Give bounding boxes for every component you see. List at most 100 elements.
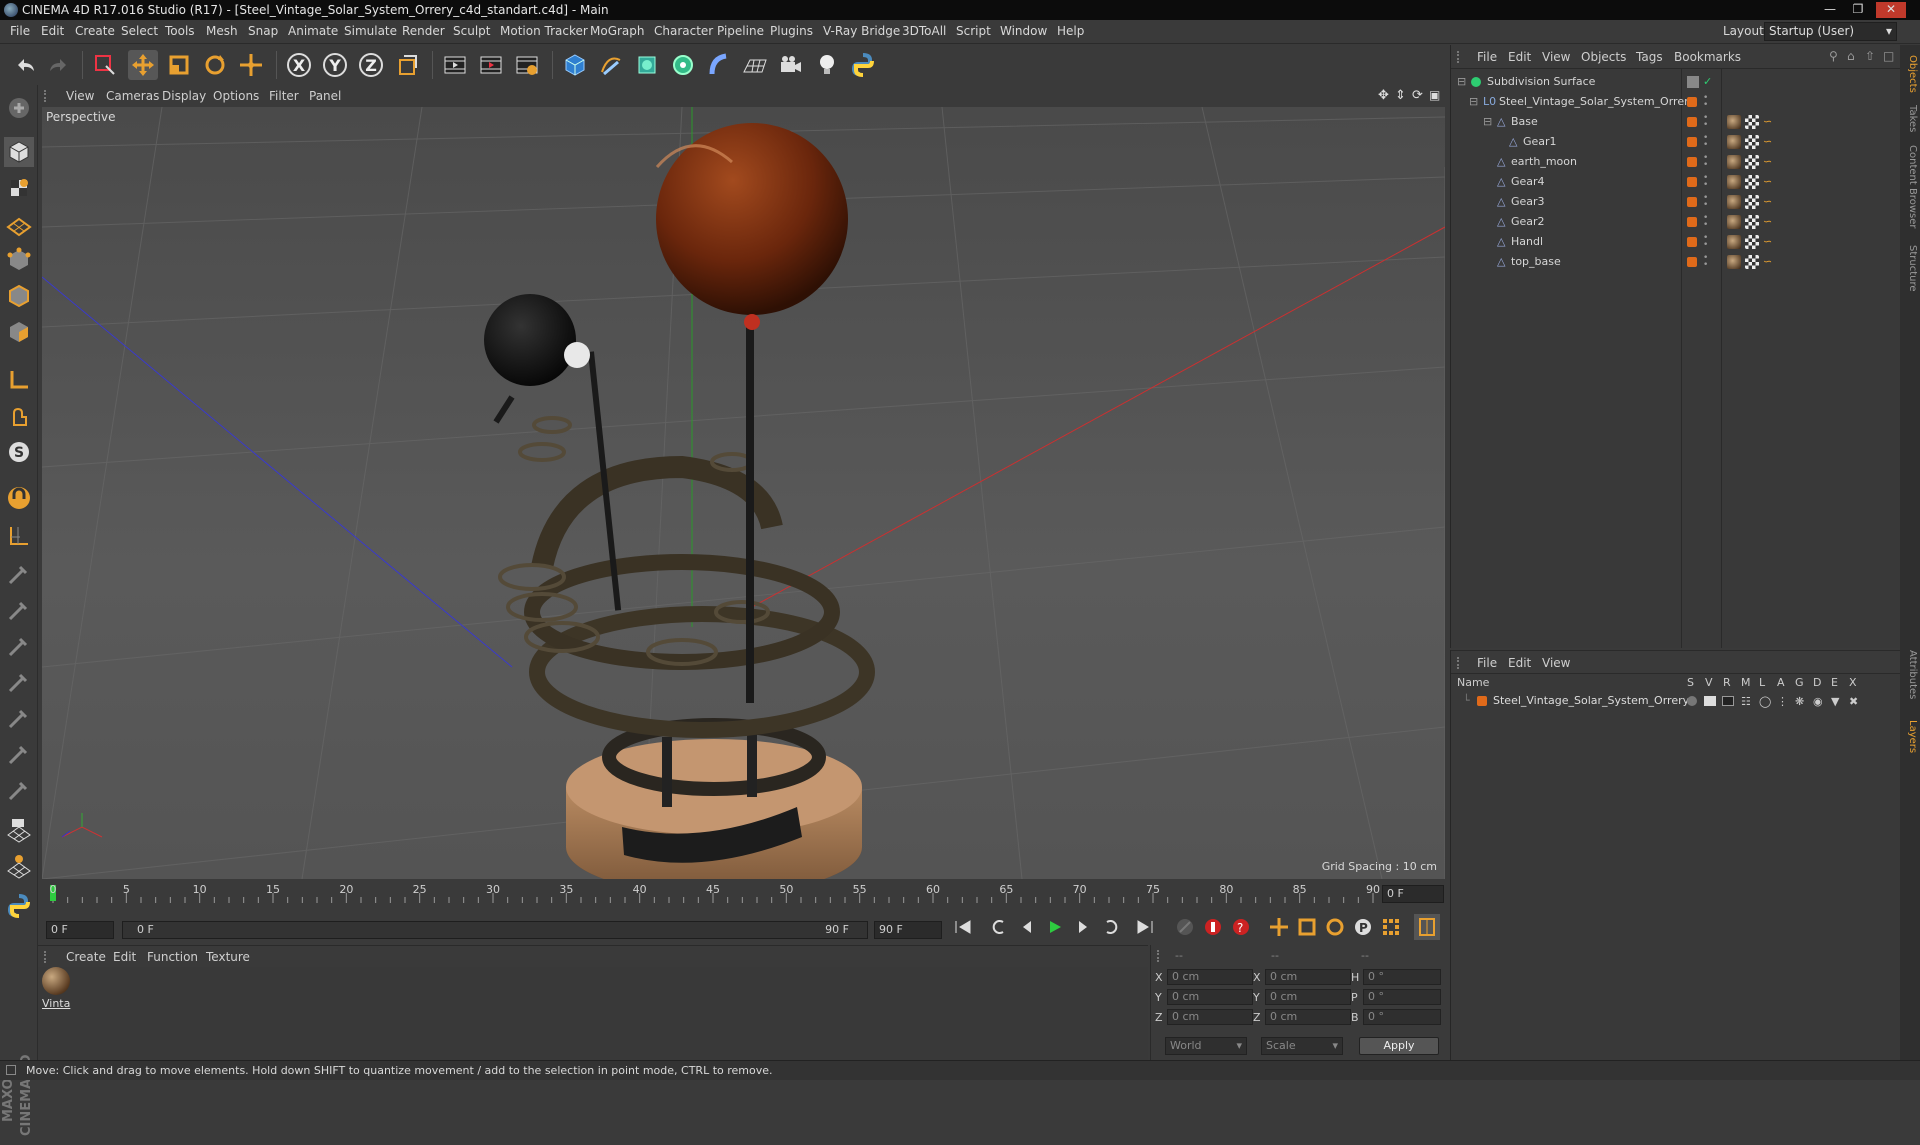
points-mode-icon[interactable] [4, 245, 34, 275]
coord-rot-p-field[interactable]: 0 ° [1363, 989, 1441, 1005]
viewport-rotate-icon[interactable]: ⟳ [1412, 88, 1423, 103]
object-row-subdivision-surface[interactable]: ⊟ Subdivision Surface ✓ [1451, 72, 1901, 92]
visibility-dots-icon[interactable]: • • [1703, 94, 1708, 110]
object-row-base[interactable]: ⊟ △ Base • • ∽ [1451, 112, 1901, 132]
scale-tool-icon[interactable] [164, 50, 194, 80]
menu-create[interactable]: Create [75, 24, 115, 38]
uvw-tag-icon[interactable] [1745, 115, 1759, 129]
x-axis-lock-icon[interactable]: X [284, 50, 314, 80]
menu-3dtoall[interactable]: 3DToAll [902, 24, 946, 38]
menu-mesh[interactable]: Mesh [206, 24, 238, 38]
coord-rot-b-field[interactable]: 0 ° [1363, 1009, 1441, 1025]
uvw-tag-icon[interactable] [1745, 215, 1759, 229]
viewport-zoom-icon[interactable]: ⇕ [1395, 88, 1406, 103]
up-arrow-icon[interactable]: ⇧ [1865, 49, 1875, 63]
layout-select[interactable]: Startup (User) ▾ [1764, 22, 1897, 41]
previous-frame-icon[interactable] [1014, 914, 1040, 940]
phong-tag-icon[interactable]: ∽ [1763, 175, 1777, 189]
coord-pos-z-field[interactable]: 0 cm [1167, 1009, 1253, 1025]
close-icon[interactable]: ✕ [1876, 2, 1906, 18]
next-frame-icon[interactable] [1070, 914, 1096, 940]
home-icon[interactable]: ⌂ [1847, 49, 1855, 63]
make-editable-icon[interactable] [4, 93, 34, 123]
deformer-bend-icon[interactable] [704, 50, 734, 80]
model-mode-icon[interactable] [4, 137, 34, 167]
objects-menu-view[interactable]: View [1542, 50, 1570, 64]
python-script-icon[interactable] [4, 891, 34, 921]
coordinate-system-icon[interactable] [392, 50, 422, 80]
menu-file[interactable]: File [10, 24, 30, 38]
viewport-menu-display[interactable]: Display [162, 89, 206, 103]
menu-mograph[interactable]: MoGraph [590, 24, 645, 38]
solo-icon[interactable] [1687, 696, 1697, 706]
polygons-mode-icon[interactable] [4, 317, 34, 347]
layers-menu-file[interactable]: File [1477, 656, 1497, 670]
material-tag-icon[interactable] [1727, 135, 1741, 149]
z-axis-lock-icon[interactable]: Z [356, 50, 386, 80]
floor-scene-icon[interactable] [740, 50, 770, 80]
key-scale-icon[interactable] [1294, 914, 1320, 940]
next-key-icon[interactable] [1098, 914, 1124, 940]
magnet-icon[interactable] [4, 483, 34, 513]
rotate-tool-icon[interactable] [200, 50, 230, 80]
object-row-earth-moon[interactable]: △ earth_moon • • ∽ [1451, 152, 1901, 172]
subdivision-surface-icon[interactable] [632, 50, 662, 80]
menu-snap[interactable]: Snap [248, 24, 278, 38]
phong-tag-icon[interactable]: ∽ [1763, 235, 1777, 249]
menu-character[interactable]: Character [654, 24, 713, 38]
material-tag-icon[interactable] [1727, 235, 1741, 249]
collapse-icon[interactable]: ⊟ [1483, 112, 1492, 132]
redo-icon[interactable] [44, 50, 74, 80]
coord-mode-world-select[interactable]: World ▾ [1165, 1037, 1247, 1055]
minimize-icon[interactable]: — [1820, 2, 1840, 18]
objects-menu-file[interactable]: File [1477, 50, 1497, 64]
edges-mode-icon[interactable] [4, 281, 34, 311]
brush-tool-7-icon[interactable] [4, 775, 34, 805]
collapse-icon[interactable]: ⊟ [1469, 92, 1478, 112]
phong-tag-icon[interactable]: ∽ [1763, 115, 1777, 129]
layer-color-icon[interactable] [1687, 257, 1697, 267]
key-position-icon[interactable] [1266, 914, 1292, 940]
render-view-icon[interactable] [440, 50, 470, 80]
phong-tag-icon[interactable]: ∽ [1763, 135, 1777, 149]
undo-icon[interactable] [10, 50, 40, 80]
xref-icon[interactable]: ✖ [1849, 693, 1858, 711]
object-row-gear2[interactable]: △ Gear2 • • ∽ [1451, 212, 1901, 232]
layer-color-icon[interactable] [1687, 177, 1697, 187]
uvw-tag-icon[interactable] [1745, 135, 1759, 149]
menu-edit[interactable]: Edit [41, 24, 64, 38]
brush-tool-4-icon[interactable] [4, 667, 34, 697]
axis-mode-icon[interactable] [4, 365, 34, 395]
check-enabled-icon[interactable]: ✓ [1703, 72, 1712, 92]
material-menu-texture[interactable]: Texture [206, 950, 250, 964]
brush-tool-2-icon[interactable] [4, 595, 34, 625]
previous-key-icon[interactable] [986, 914, 1012, 940]
manager-icon[interactable]: ☷ [1741, 693, 1751, 711]
workplane-mode-icon[interactable] [4, 209, 34, 239]
cube-primitive-icon[interactable] [560, 50, 590, 80]
uvw-tag-icon[interactable] [1745, 155, 1759, 169]
object-row-gear1[interactable]: △ Gear1 • • ∽ [1451, 132, 1901, 152]
perspective-viewport[interactable]: Perspective Grid Spacing : 10 cm [42, 107, 1445, 879]
tab-structure[interactable]: Structure [1902, 245, 1918, 292]
animation-icon[interactable]: ⋮ [1777, 693, 1788, 711]
deformer-icon[interactable]: ◉ [1813, 693, 1823, 711]
start-frame-field[interactable]: 0 F [46, 921, 114, 939]
visibility-dots-icon[interactable]: • • [1703, 234, 1708, 250]
layer-color-icon[interactable] [1687, 117, 1697, 127]
grid-lock-icon[interactable] [4, 815, 34, 845]
coord-pos-x-field[interactable]: 0 cm [1167, 969, 1253, 985]
tweak-mode-icon[interactable] [4, 401, 34, 431]
go-to-start-icon[interactable] [950, 914, 976, 940]
brush-tool-6-icon[interactable] [4, 739, 34, 769]
object-row-gear4[interactable]: △ Gear4 • • ∽ [1451, 172, 1901, 192]
objects-menu-bookmarks[interactable]: Bookmarks [1674, 50, 1741, 64]
material-tag-icon[interactable] [1727, 195, 1741, 209]
visibility-dots-icon[interactable]: • • [1703, 114, 1708, 130]
material-menu-function[interactable]: Function [147, 950, 198, 964]
transform-tool-icon[interactable] [236, 50, 266, 80]
brush-tool-5-icon[interactable] [4, 703, 34, 733]
tab-layers[interactable]: Layers [1902, 720, 1918, 753]
object-row-top-base[interactable]: △ top_base • • ∽ [1451, 252, 1901, 272]
layer-color-swatch[interactable] [1477, 696, 1487, 706]
